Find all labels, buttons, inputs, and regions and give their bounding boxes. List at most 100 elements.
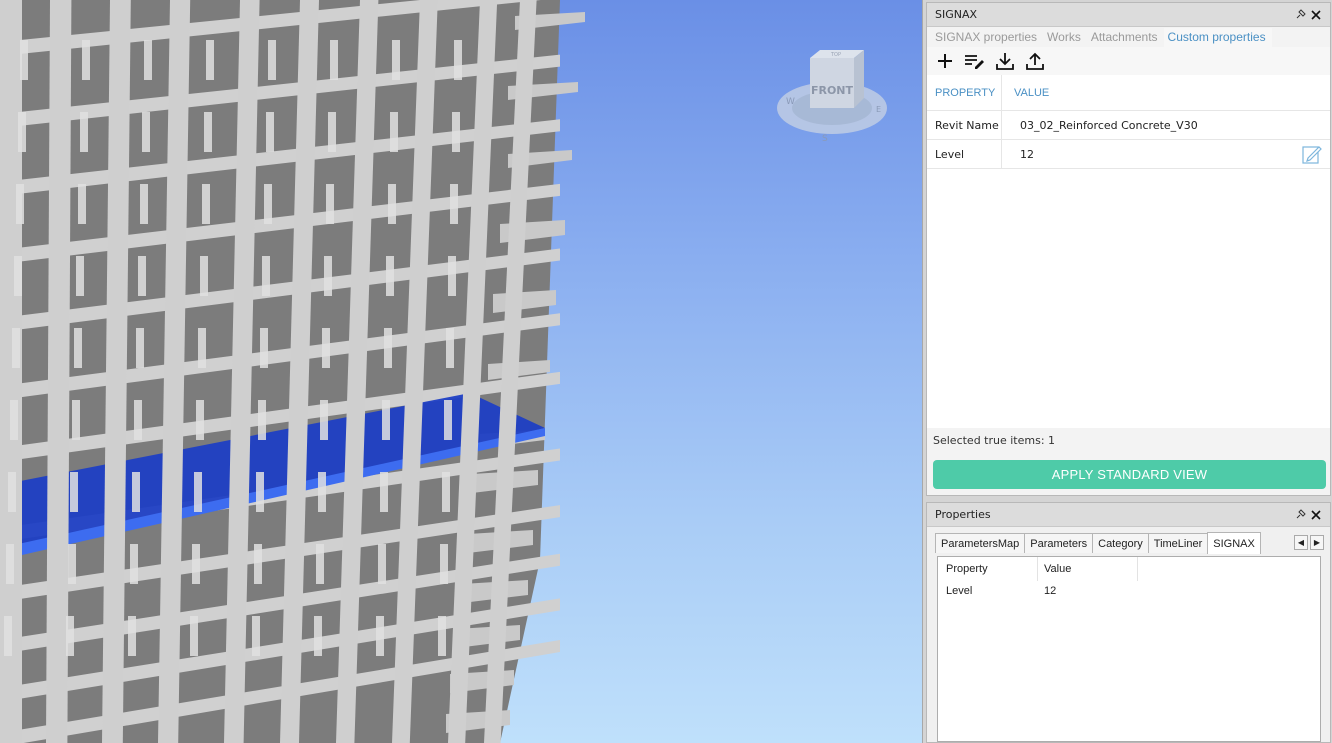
wall-fragment — [192, 544, 200, 584]
wall-fragment — [380, 472, 388, 512]
wall-fragment — [262, 256, 270, 296]
tab-signax-properties[interactable]: SIGNAX properties — [931, 28, 1043, 47]
selected-items-count: Selected true items: 1 — [933, 434, 1056, 447]
wall-fragment — [326, 184, 334, 224]
wall-fragment — [260, 328, 268, 368]
wall-fragment — [130, 544, 138, 584]
wall-fragment — [72, 400, 80, 440]
wall-fragment — [440, 544, 448, 584]
wall-fragment — [6, 544, 14, 584]
wall-fragment — [382, 400, 390, 440]
grid-property-cell: Level — [946, 585, 973, 597]
right-dock: SIGNAX SIGNAX properties Works Attachmen… — [922, 0, 1332, 743]
wall-fragment — [390, 112, 398, 152]
wall-fragment — [198, 328, 206, 368]
wall-fragment — [10, 400, 18, 440]
wall-fragment — [194, 472, 202, 512]
wall-fragment — [4, 616, 12, 656]
edit-value-button[interactable] — [1300, 142, 1324, 166]
wall-fragment — [318, 472, 326, 512]
compass-e[interactable]: E — [876, 105, 881, 114]
wall-fragment — [452, 112, 460, 152]
tab-category[interactable]: Category — [1092, 533, 1149, 553]
wall-fragment — [454, 40, 462, 80]
wall-fragment — [444, 400, 452, 440]
compass-s[interactable]: S — [822, 134, 828, 144]
signax-panel-title: SIGNAX — [935, 8, 978, 21]
cube-front-face[interactable] — [810, 58, 854, 108]
grid-property-header[interactable]: Property — [938, 557, 1038, 581]
tab-custom-properties[interactable]: Custom properties — [1163, 28, 1272, 47]
property-column-header[interactable]: PROPERTY — [927, 75, 1002, 110]
cube-front-label: FRONT — [811, 84, 854, 97]
3d-viewport[interactable]: W S E FRONT TOP — [0, 0, 922, 743]
property-cell: Revit Name — [927, 111, 1002, 139]
wall-fragment — [328, 112, 336, 152]
pencil-icon — [1302, 146, 1322, 164]
wall-fragment — [330, 40, 338, 80]
wall-fragment — [68, 544, 76, 584]
wall-fragment — [376, 616, 384, 656]
tab-attachments[interactable]: Attachments — [1087, 28, 1164, 47]
properties-panel-header: Properties — [927, 503, 1330, 527]
wall-fragment — [384, 328, 392, 368]
upload-button[interactable] — [1023, 49, 1047, 73]
wall-fragment — [266, 112, 274, 152]
wall-fragment — [70, 472, 78, 512]
grid-value-header[interactable]: Value — [1038, 557, 1138, 581]
wall-fragment — [442, 472, 450, 512]
wall-fragment — [316, 544, 324, 584]
wall-fragment — [138, 256, 146, 296]
wall-fragment — [12, 328, 20, 368]
tab-parametersmap[interactable]: ParametersMap — [935, 533, 1026, 553]
tab-scroll-left-icon[interactable]: ◀ — [1294, 535, 1308, 550]
wall-fragment — [324, 256, 332, 296]
wall-fragment — [268, 40, 276, 80]
wall-fragment — [252, 616, 260, 656]
table-row[interactable]: Revit Name 03_02_Reinforced Concrete_V30 — [927, 111, 1330, 140]
wall-fragment — [82, 40, 90, 80]
wall-fragment — [258, 400, 266, 440]
add-property-button[interactable] — [933, 49, 957, 73]
tab-parameters[interactable]: Parameters — [1024, 533, 1094, 553]
properties-panel-title: Properties — [935, 508, 991, 521]
pin-icon[interactable] — [1292, 7, 1308, 23]
wall-fragment — [204, 112, 212, 152]
wall-fragment — [76, 256, 84, 296]
property-cell: Level — [927, 140, 1002, 168]
value-cell: 12 — [1020, 147, 1034, 161]
wall-fragment — [388, 184, 396, 224]
download-button[interactable] — [993, 49, 1017, 73]
table-header: PROPERTY VALUE — [927, 75, 1330, 111]
app-window: W S E FRONT TOP SIGNAX SIGNAX properties… — [0, 0, 1332, 743]
viewcube[interactable]: W S E FRONT TOP — [772, 46, 892, 146]
tab-works[interactable]: Works — [1043, 28, 1087, 47]
wall-fragment — [136, 328, 144, 368]
tab-scroll: ◀ ▶ — [1294, 535, 1324, 550]
apply-standard-view-button[interactable]: APPLY STANDARD VIEW — [933, 460, 1326, 489]
close-icon[interactable] — [1308, 507, 1324, 523]
grid-header: Property Value — [938, 557, 1320, 581]
tab-signax[interactable]: SIGNAX — [1207, 532, 1261, 554]
plus-icon — [938, 54, 952, 68]
signax-tabs: SIGNAX properties Works Attachments Cust… — [927, 27, 1330, 47]
pin-icon[interactable] — [1292, 507, 1308, 523]
edit-list-button[interactable] — [963, 49, 987, 73]
grid-row[interactable]: Level 12 — [938, 581, 1320, 601]
wall-fragment — [200, 256, 208, 296]
properties-tabs: ParametersMap Parameters Category TimeLi… — [935, 532, 1324, 554]
wall-fragment — [314, 616, 322, 656]
compass-w[interactable]: W — [786, 97, 795, 107]
wall-fragment — [320, 400, 328, 440]
close-icon[interactable] — [1308, 7, 1324, 23]
tab-scroll-right-icon[interactable]: ▶ — [1310, 535, 1324, 550]
properties-panel: Properties ParametersMap Parameters Cate… — [926, 502, 1331, 743]
wall-fragment — [144, 40, 152, 80]
tab-timeliner[interactable]: TimeLiner — [1147, 533, 1209, 553]
table-row[interactable]: Level 12 — [927, 140, 1330, 169]
wall-fragment — [264, 184, 272, 224]
value-column-header[interactable]: VALUE — [1002, 75, 1330, 110]
wall-fragment — [386, 256, 394, 296]
custom-properties-table: PROPERTY VALUE Revit Name 03_02_Reinforc… — [927, 75, 1330, 169]
wall-fragment — [392, 40, 400, 80]
